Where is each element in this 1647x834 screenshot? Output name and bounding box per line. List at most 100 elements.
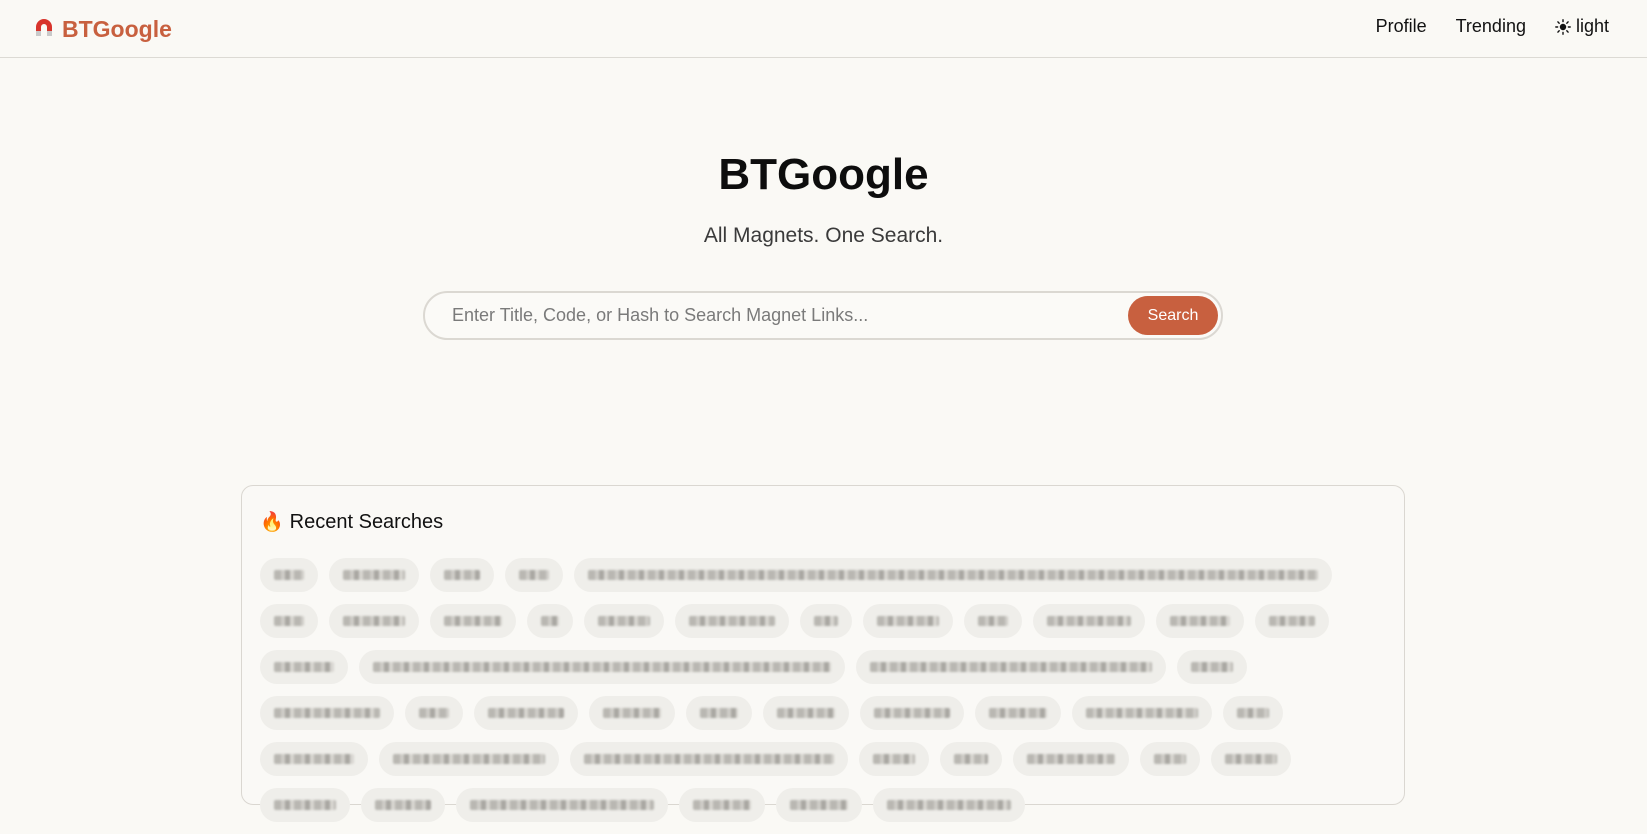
top-navigation-bar: BTGoogle Profile Trending light xyxy=(0,0,1647,58)
recent-search-chip[interactable] xyxy=(975,696,1061,730)
recent-search-chip[interactable] xyxy=(1156,604,1244,638)
hero-subtitle: All Magnets. One Search. xyxy=(703,224,944,247)
chip-row xyxy=(260,742,1390,776)
recent-search-chip[interactable] xyxy=(474,696,578,730)
recent-search-chip[interactable] xyxy=(1033,604,1145,638)
recent-search-chip[interactable] xyxy=(776,788,862,822)
recent-search-chip[interactable] xyxy=(260,650,348,684)
redacted-text xyxy=(393,754,545,764)
hero-title: BTGoogle xyxy=(718,150,929,199)
redacted-text xyxy=(1027,754,1115,764)
recent-search-chip[interactable] xyxy=(260,558,318,592)
redacted-text xyxy=(978,616,1008,626)
recent-search-chip[interactable] xyxy=(260,788,350,822)
recent-search-chip[interactable] xyxy=(505,558,563,592)
redacted-text xyxy=(274,708,380,718)
chip-row xyxy=(260,696,1390,730)
recent-searches-list xyxy=(260,558,1390,834)
brand-name: BTGoogle xyxy=(62,15,172,42)
recent-search-chip[interactable] xyxy=(430,604,516,638)
brand-logo-link[interactable]: BTGoogle xyxy=(32,14,172,44)
recent-searches-header: 🔥 Recent Searches xyxy=(260,511,443,534)
redacted-text xyxy=(419,708,449,718)
recent-search-chip[interactable] xyxy=(679,788,765,822)
redacted-text xyxy=(274,662,334,672)
redacted-text xyxy=(954,754,988,764)
recent-search-chip[interactable] xyxy=(260,604,318,638)
search-button[interactable]: Search xyxy=(1128,296,1218,335)
recent-search-chip[interactable] xyxy=(574,558,1332,592)
redacted-text xyxy=(870,662,1152,672)
redacted-text xyxy=(873,754,915,764)
redacted-text xyxy=(603,708,661,718)
recent-search-chip[interactable] xyxy=(1211,742,1291,776)
redacted-text xyxy=(598,616,650,626)
redacted-text xyxy=(1225,754,1277,764)
recent-search-chip[interactable] xyxy=(1255,604,1329,638)
chip-row xyxy=(260,558,1390,592)
redacted-text xyxy=(541,616,559,626)
recent-search-chip[interactable] xyxy=(940,742,1002,776)
redacted-text xyxy=(887,800,1011,810)
recent-search-chip[interactable] xyxy=(527,604,573,638)
recent-search-chip[interactable] xyxy=(359,650,845,684)
redacted-text xyxy=(1269,616,1315,626)
recent-search-chip[interactable] xyxy=(1013,742,1129,776)
redacted-text xyxy=(444,616,502,626)
recent-search-chip[interactable] xyxy=(329,558,419,592)
nav-profile-link[interactable]: Profile xyxy=(1376,16,1427,37)
redacted-text xyxy=(584,754,834,764)
nav-trending-link[interactable]: Trending xyxy=(1456,16,1526,37)
recent-search-chip[interactable] xyxy=(570,742,848,776)
recent-search-chip[interactable] xyxy=(584,604,664,638)
recent-search-chip[interactable] xyxy=(859,742,929,776)
redacted-text xyxy=(488,708,564,718)
redacted-text xyxy=(777,708,835,718)
redacted-text xyxy=(1154,754,1186,764)
recent-search-chip[interactable] xyxy=(1223,696,1283,730)
recent-search-chip[interactable] xyxy=(863,604,953,638)
recent-search-chip[interactable] xyxy=(589,696,675,730)
recent-search-chip[interactable] xyxy=(860,696,964,730)
redacted-text xyxy=(274,800,336,810)
redacted-text xyxy=(373,662,831,672)
recent-search-chip[interactable] xyxy=(873,788,1025,822)
redacted-text xyxy=(1170,616,1230,626)
recent-search-chip[interactable] xyxy=(260,696,394,730)
redacted-text xyxy=(877,616,939,626)
search-bar: Search xyxy=(423,291,1223,340)
redacted-text xyxy=(790,800,848,810)
redacted-text xyxy=(519,570,549,580)
recent-search-chip[interactable] xyxy=(405,696,463,730)
redacted-text xyxy=(814,616,838,626)
search-input[interactable] xyxy=(425,294,1128,337)
theme-toggle[interactable]: light xyxy=(1555,16,1609,37)
recent-search-chip[interactable] xyxy=(1072,696,1212,730)
sun-icon xyxy=(1555,18,1571,35)
recent-search-chip[interactable] xyxy=(675,604,789,638)
recent-search-chip[interactable] xyxy=(329,604,419,638)
redacted-text xyxy=(693,800,751,810)
redacted-text xyxy=(274,570,304,580)
fire-icon: 🔥 xyxy=(260,512,284,533)
recent-search-chip[interactable] xyxy=(1177,650,1247,684)
recent-search-chip[interactable] xyxy=(856,650,1166,684)
recent-search-chip[interactable] xyxy=(430,558,494,592)
redacted-text xyxy=(588,570,1318,580)
redacted-text xyxy=(1237,708,1269,718)
recent-search-chip[interactable] xyxy=(361,788,445,822)
redacted-text xyxy=(274,754,354,764)
recent-search-chip[interactable] xyxy=(456,788,668,822)
recent-search-chip[interactable] xyxy=(260,742,368,776)
redacted-text xyxy=(375,800,431,810)
recent-search-chip[interactable] xyxy=(800,604,852,638)
magnet-icon xyxy=(36,19,52,36)
recent-search-chip[interactable] xyxy=(763,696,849,730)
recent-search-chip[interactable] xyxy=(1140,742,1200,776)
recent-search-chip[interactable] xyxy=(686,696,752,730)
recent-searches-title: Recent Searches xyxy=(289,511,444,533)
recent-search-chip[interactable] xyxy=(964,604,1022,638)
redacted-text xyxy=(700,708,738,718)
redacted-text xyxy=(343,570,405,580)
recent-search-chip[interactable] xyxy=(379,742,559,776)
